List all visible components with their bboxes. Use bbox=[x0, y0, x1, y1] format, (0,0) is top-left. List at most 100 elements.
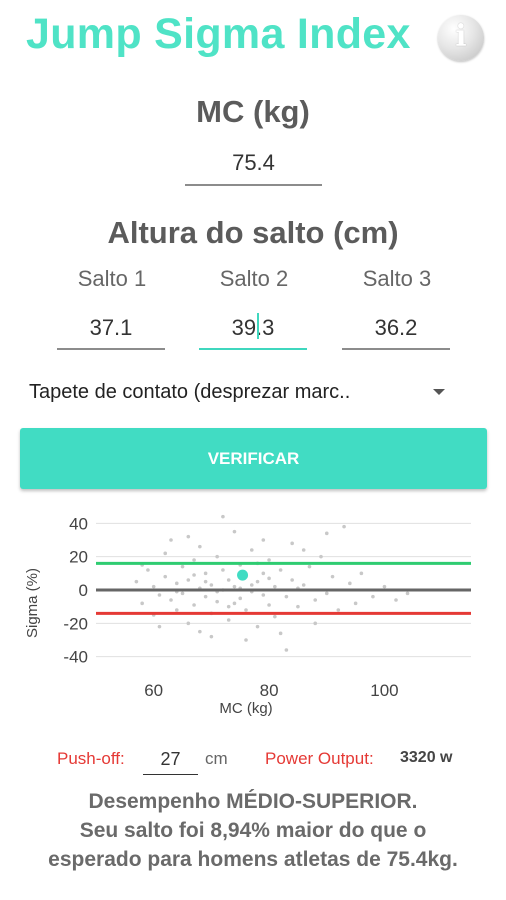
mass-value: 75.4 bbox=[232, 150, 275, 175]
data-point bbox=[353, 601, 358, 606]
y-tick-label: -20 bbox=[63, 614, 88, 633]
data-point bbox=[186, 578, 191, 582]
data-point bbox=[290, 578, 294, 582]
data-point bbox=[342, 524, 346, 529]
mass-underline bbox=[185, 184, 322, 186]
jump3-underline bbox=[342, 348, 450, 350]
data-point bbox=[371, 594, 375, 599]
jump1-underline bbox=[57, 348, 165, 350]
data-point bbox=[405, 591, 410, 596]
y-axis-label: Sigma (%) bbox=[24, 568, 41, 638]
mass-input[interactable]: 75.4 bbox=[185, 150, 322, 186]
data-point bbox=[226, 604, 231, 609]
data-point bbox=[186, 534, 191, 539]
data-point bbox=[215, 599, 219, 604]
x-axis-label: MC (kg) bbox=[219, 700, 272, 717]
jump1-value: 37.1 bbox=[89, 315, 133, 340]
mass-label: MC (kg) bbox=[196, 94, 310, 129]
data-point bbox=[226, 578, 231, 582]
power-value: 3320 w bbox=[400, 749, 453, 766]
data-point bbox=[238, 596, 243, 601]
dropdown-arrow-icon bbox=[433, 389, 445, 395]
data-point bbox=[198, 544, 202, 549]
data-point bbox=[313, 621, 318, 626]
data-point bbox=[278, 631, 283, 636]
jump2-underline bbox=[199, 348, 307, 350]
verify-button[interactable]: VERIFICAR bbox=[20, 428, 487, 489]
y-tick-label: 20 bbox=[69, 548, 88, 567]
data-point bbox=[284, 594, 289, 599]
data-point bbox=[203, 579, 208, 584]
app-title: Jump Sigma Index bbox=[26, 10, 411, 58]
data-point bbox=[157, 624, 162, 629]
data-point bbox=[255, 624, 260, 629]
info-button[interactable]: i bbox=[438, 15, 484, 61]
data-point bbox=[359, 571, 364, 576]
data-point bbox=[163, 551, 168, 556]
data-point bbox=[192, 603, 196, 607]
data-point bbox=[261, 593, 266, 597]
data-point bbox=[215, 554, 219, 559]
athlete-point bbox=[237, 569, 249, 581]
data-point bbox=[203, 571, 208, 576]
data-point bbox=[244, 638, 248, 642]
data-point bbox=[180, 591, 185, 596]
pushoff-unit: cm bbox=[205, 749, 228, 768]
jump2-input[interactable]: 39.3 bbox=[199, 315, 307, 350]
data-point bbox=[284, 648, 289, 652]
data-point bbox=[336, 608, 341, 612]
result-line1: Desempenho MÉDIO-SUPERIOR. bbox=[88, 790, 418, 813]
data-point bbox=[267, 576, 271, 581]
result-line2: Seu salto foi 8,94% maior do que o bbox=[79, 819, 427, 842]
data-point bbox=[140, 601, 144, 606]
data-point bbox=[261, 538, 266, 542]
jump2-label: Salto 2 bbox=[219, 266, 289, 291]
data-point bbox=[249, 548, 254, 552]
data-point bbox=[249, 583, 254, 587]
data-point bbox=[267, 558, 271, 562]
data-point bbox=[221, 568, 225, 572]
data-point bbox=[290, 541, 294, 546]
data-point bbox=[324, 591, 329, 596]
data-point bbox=[192, 558, 196, 562]
data-point bbox=[146, 568, 150, 572]
info-icon: i bbox=[455, 19, 467, 54]
data-point bbox=[301, 548, 306, 552]
data-point bbox=[394, 598, 398, 602]
data-point bbox=[255, 579, 260, 584]
y-tick-label: 0 bbox=[79, 581, 88, 600]
data-point bbox=[198, 629, 202, 634]
data-point bbox=[163, 574, 168, 579]
data-point bbox=[174, 581, 179, 586]
data-point bbox=[157, 593, 162, 597]
data-point bbox=[267, 603, 271, 607]
y-tick-label: -40 bbox=[63, 648, 88, 667]
data-point bbox=[226, 618, 231, 622]
data-point bbox=[192, 573, 196, 577]
pushoff-label: Push-off: bbox=[57, 749, 125, 768]
data-point bbox=[232, 601, 237, 606]
data-point bbox=[319, 554, 323, 559]
text-cursor bbox=[257, 313, 259, 339]
x-tick-label: 80 bbox=[260, 681, 279, 700]
method-selected: Tapete de contato (desprezar marc.. bbox=[29, 381, 351, 403]
data-point bbox=[313, 598, 318, 602]
x-tick-label: 60 bbox=[144, 681, 163, 700]
data-point bbox=[169, 538, 173, 542]
jump3-input[interactable]: 36.2 bbox=[342, 315, 450, 350]
pushoff-input[interactable]: 27 bbox=[143, 749, 198, 775]
data-point bbox=[324, 531, 329, 536]
data-point bbox=[232, 529, 237, 534]
x-tick-label: 100 bbox=[370, 681, 398, 700]
pushoff-value: 27 bbox=[160, 749, 181, 769]
data-point bbox=[273, 614, 277, 619]
sigma-chart: 40 20 0 -20 -40 60 80 100 MC (kg) Sigma (%) bbox=[24, 514, 471, 717]
data-point bbox=[330, 574, 335, 579]
data-point bbox=[382, 584, 387, 589]
data-point bbox=[261, 571, 266, 576]
jump3-label: Salto 3 bbox=[362, 266, 432, 291]
jump3-value: 36.2 bbox=[374, 315, 418, 340]
jump1-input[interactable]: 37.1 bbox=[57, 315, 165, 350]
data-point bbox=[273, 584, 277, 589]
data-point bbox=[209, 583, 214, 587]
